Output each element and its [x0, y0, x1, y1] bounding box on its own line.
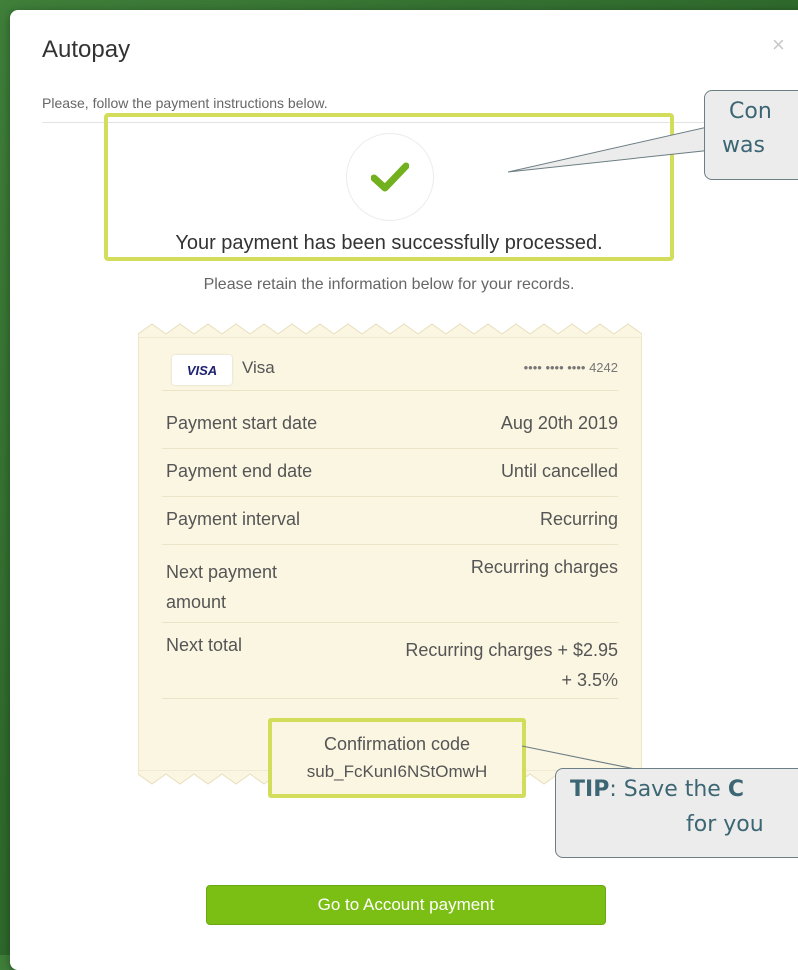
tip-label: TIP — [570, 777, 610, 802]
tip-callout-pointer — [521, 745, 641, 771]
callout-top-line1: Con — [729, 99, 772, 124]
tip-bold-word: C — [727, 777, 744, 802]
callout-tip-line2: for you — [686, 812, 764, 837]
tip-text: : Save the — [609, 777, 728, 802]
annotation-callout-top: Con was — [704, 90, 798, 180]
top-callout-pointer — [507, 125, 713, 173]
annotation-callout-tip: TIP: Save the C for you — [555, 768, 798, 858]
callout-tip-line1: TIP: Save the C — [570, 777, 744, 802]
callout-top-line2: was — [722, 133, 765, 158]
